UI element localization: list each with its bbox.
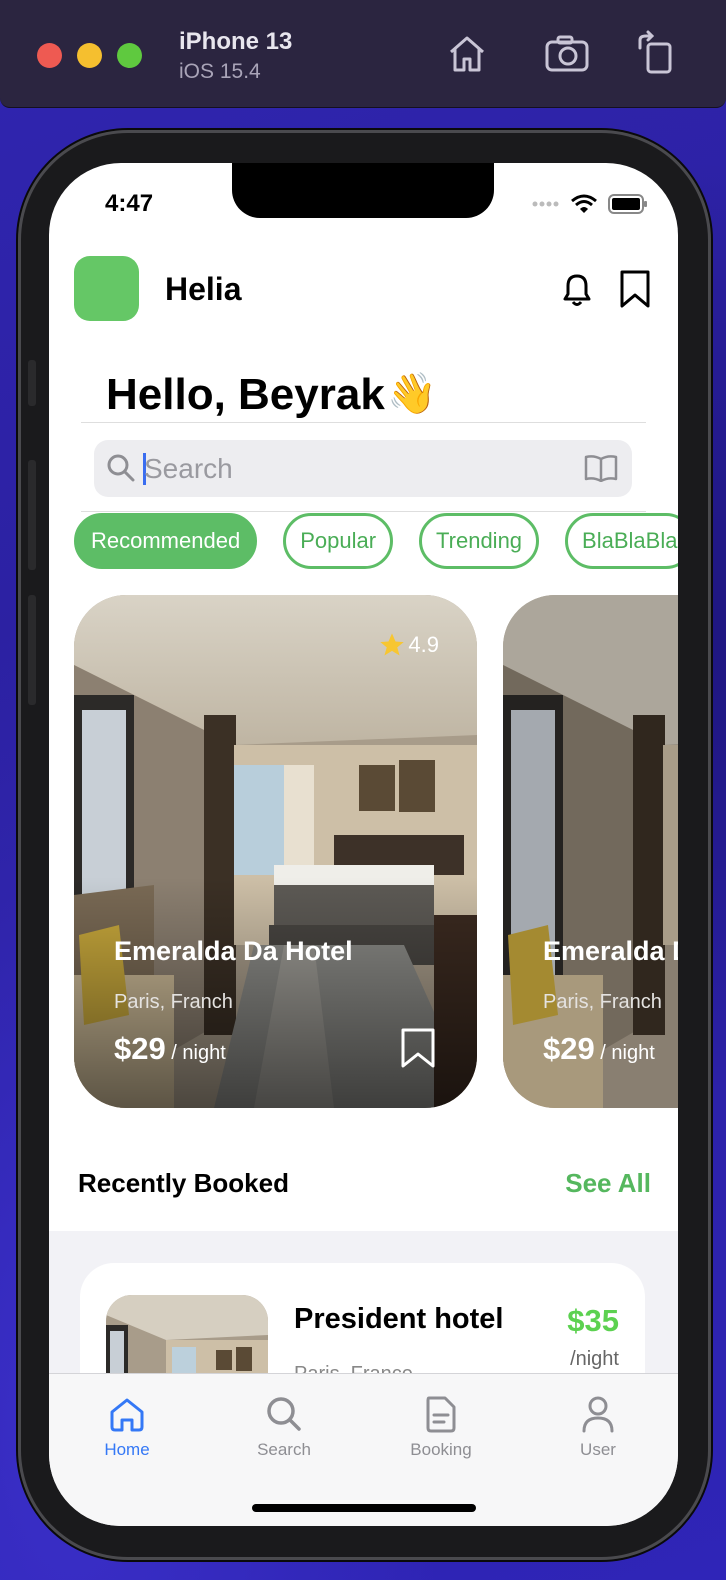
- tab-label: Home: [104, 1440, 150, 1459]
- hotel-name: Emeralda Da Hotel: [543, 936, 678, 966]
- wifi-icon: [571, 194, 597, 213]
- cellular-icon: [532, 201, 559, 207]
- section-title: Recently Booked: [78, 1168, 289, 1198]
- tab-bar: Home Search Booking User: [49, 1373, 678, 1526]
- hotel-name: President hotel: [294, 1303, 504, 1335]
- document-icon: [426, 1396, 456, 1433]
- hotel-price: $29 / night: [114, 1031, 226, 1067]
- simulator-toolbar: iPhone 13 iOS 15.4: [0, 0, 726, 108]
- notch: [232, 163, 494, 218]
- mute-switch: [28, 360, 36, 406]
- person-icon: [582, 1396, 614, 1433]
- hotel-card[interactable]: 4.9 Emeralda Da Hotel Paris, Franch $29 …: [74, 595, 477, 1108]
- home-icon[interactable]: [443, 30, 491, 78]
- tab-label: User: [580, 1440, 616, 1459]
- device-name: iPhone 13: [179, 28, 293, 55]
- tab-user[interactable]: User: [548, 1394, 648, 1460]
- bookmark-icon[interactable]: [617, 269, 653, 309]
- book-icon[interactable]: [584, 454, 618, 482]
- status-time: 4:47: [105, 190, 154, 217]
- bookmark-icon[interactable]: [399, 1027, 437, 1069]
- tab-home[interactable]: Home: [77, 1394, 177, 1460]
- tab-booking[interactable]: Booking: [391, 1394, 491, 1460]
- volume-down-button: [28, 595, 36, 705]
- minimize-window-button[interactable]: [77, 43, 102, 68]
- close-window-button[interactable]: [37, 43, 62, 68]
- search-icon: [267, 1397, 301, 1431]
- tab-label: Booking: [410, 1440, 472, 1459]
- screenshot-icon[interactable]: [543, 30, 591, 78]
- app-logo: [74, 256, 139, 321]
- price-value: $29: [114, 1031, 166, 1066]
- chip-blablabla[interactable]: BlaBlaBla: [565, 513, 678, 569]
- rating-value: 4.9: [408, 632, 439, 657]
- rating: 4.9: [378, 631, 439, 659]
- phone-screen: 4:47 Helia Hello, Beyrak 👋 Recommended P…: [49, 163, 678, 1526]
- price-unit: /night: [570, 1348, 619, 1370]
- battery-icon: [608, 194, 647, 214]
- os-version: iOS 15.4: [179, 60, 261, 83]
- hotel-name: Emeralda Da Hotel: [114, 936, 353, 966]
- wave-emoji: 👋: [387, 372, 437, 416]
- star-icon: [380, 633, 405, 656]
- price-unit: / night: [594, 1042, 655, 1064]
- category-chips: Recommended Popular Trending BlaBlaBla: [74, 513, 678, 569]
- house-icon: [110, 1398, 144, 1432]
- home-indicator: [252, 1504, 476, 1512]
- divider: [81, 511, 646, 512]
- hotel-location: Paris, Franch: [543, 991, 662, 1013]
- hotel-price: $29 / night: [543, 1031, 655, 1067]
- hotel-location: Paris, Franch: [114, 991, 233, 1013]
- notification-bell-icon[interactable]: [559, 269, 595, 309]
- chip-popular[interactable]: Popular: [283, 513, 394, 569]
- zoom-window-button[interactable]: [117, 43, 142, 68]
- chip-recommended[interactable]: Recommended: [74, 513, 258, 569]
- rotate-icon[interactable]: [634, 30, 682, 78]
- hotel-price: $35: [567, 1303, 619, 1338]
- chip-trending[interactable]: Trending: [419, 513, 540, 569]
- tab-search[interactable]: Search: [234, 1394, 334, 1460]
- price-value: $29: [543, 1031, 595, 1066]
- status-icons: [532, 193, 648, 215]
- search-input[interactable]: [144, 440, 564, 497]
- greeting-text: Hello, Beyrak: [106, 370, 385, 419]
- see-all-link[interactable]: See All: [565, 1168, 651, 1199]
- search-bar[interactable]: [94, 440, 632, 497]
- hotel-card[interactable]: Emeralda Da Hotel Paris, Franch $29 / ni…: [503, 595, 678, 1108]
- tab-label: Search: [257, 1440, 311, 1459]
- volume-up-button: [28, 460, 36, 570]
- divider: [81, 422, 646, 423]
- search-icon: [107, 454, 135, 482]
- price-unit: / night: [165, 1042, 226, 1064]
- app-name: Helia: [165, 271, 242, 307]
